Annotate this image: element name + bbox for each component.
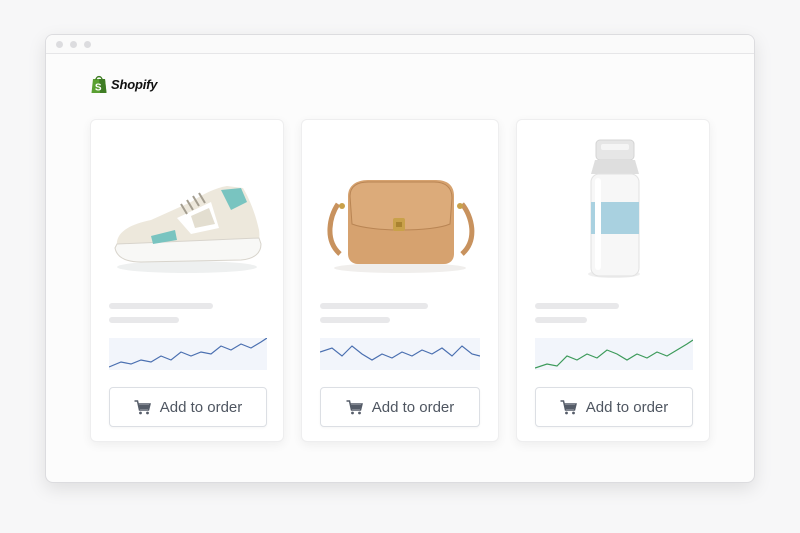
sales-trend-sparkline [108, 337, 268, 370]
sales-trend-sparkline [319, 338, 481, 370]
svg-text:S: S [95, 83, 102, 94]
product-title-placeholder [109, 303, 213, 309]
brand-name: Shopify [111, 76, 158, 92]
product-title-placeholder [320, 303, 428, 309]
add-to-order-label: Add to order [371, 398, 455, 416]
add-to-order-button[interactable]: Add to order [109, 387, 267, 427]
product-subtitle-placeholder [320, 317, 390, 323]
product-subtitle-placeholder [535, 317, 587, 323]
product-card-handbag[interactable]: Add to order [301, 119, 499, 442]
sales-trend-sparkline [534, 338, 694, 370]
cart-icon [134, 399, 151, 414]
add-to-order-button[interactable]: Add to order [320, 387, 480, 427]
add-to-order-label: Add to order [159, 398, 243, 416]
window-minimize-dot[interactable] [70, 40, 77, 48]
add-to-order-button[interactable]: Add to order [535, 387, 693, 427]
handbag-image[interactable] [302, 120, 498, 295]
product-card-water-bottle[interactable]: Add to order [516, 119, 710, 442]
browser-window: S Shopify Add to order Add to order Add … [45, 34, 755, 483]
cart-icon [560, 399, 577, 414]
cart-icon [346, 399, 363, 414]
shopify-logo[interactable]: S Shopify [90, 74, 157, 94]
add-to-order-label: Add to order [585, 398, 669, 416]
water-bottle-image[interactable] [517, 120, 709, 295]
sneaker-image[interactable] [91, 120, 283, 295]
window-maximize-dot[interactable] [84, 40, 91, 48]
product-card-sneaker[interactable]: Add to order [90, 119, 284, 442]
product-subtitle-placeholder [109, 317, 179, 323]
window-close-dot[interactable] [56, 40, 63, 48]
product-title-placeholder [535, 303, 619, 309]
shopping-bag-icon: S [91, 75, 107, 94]
window-titlebar [46, 35, 754, 54]
